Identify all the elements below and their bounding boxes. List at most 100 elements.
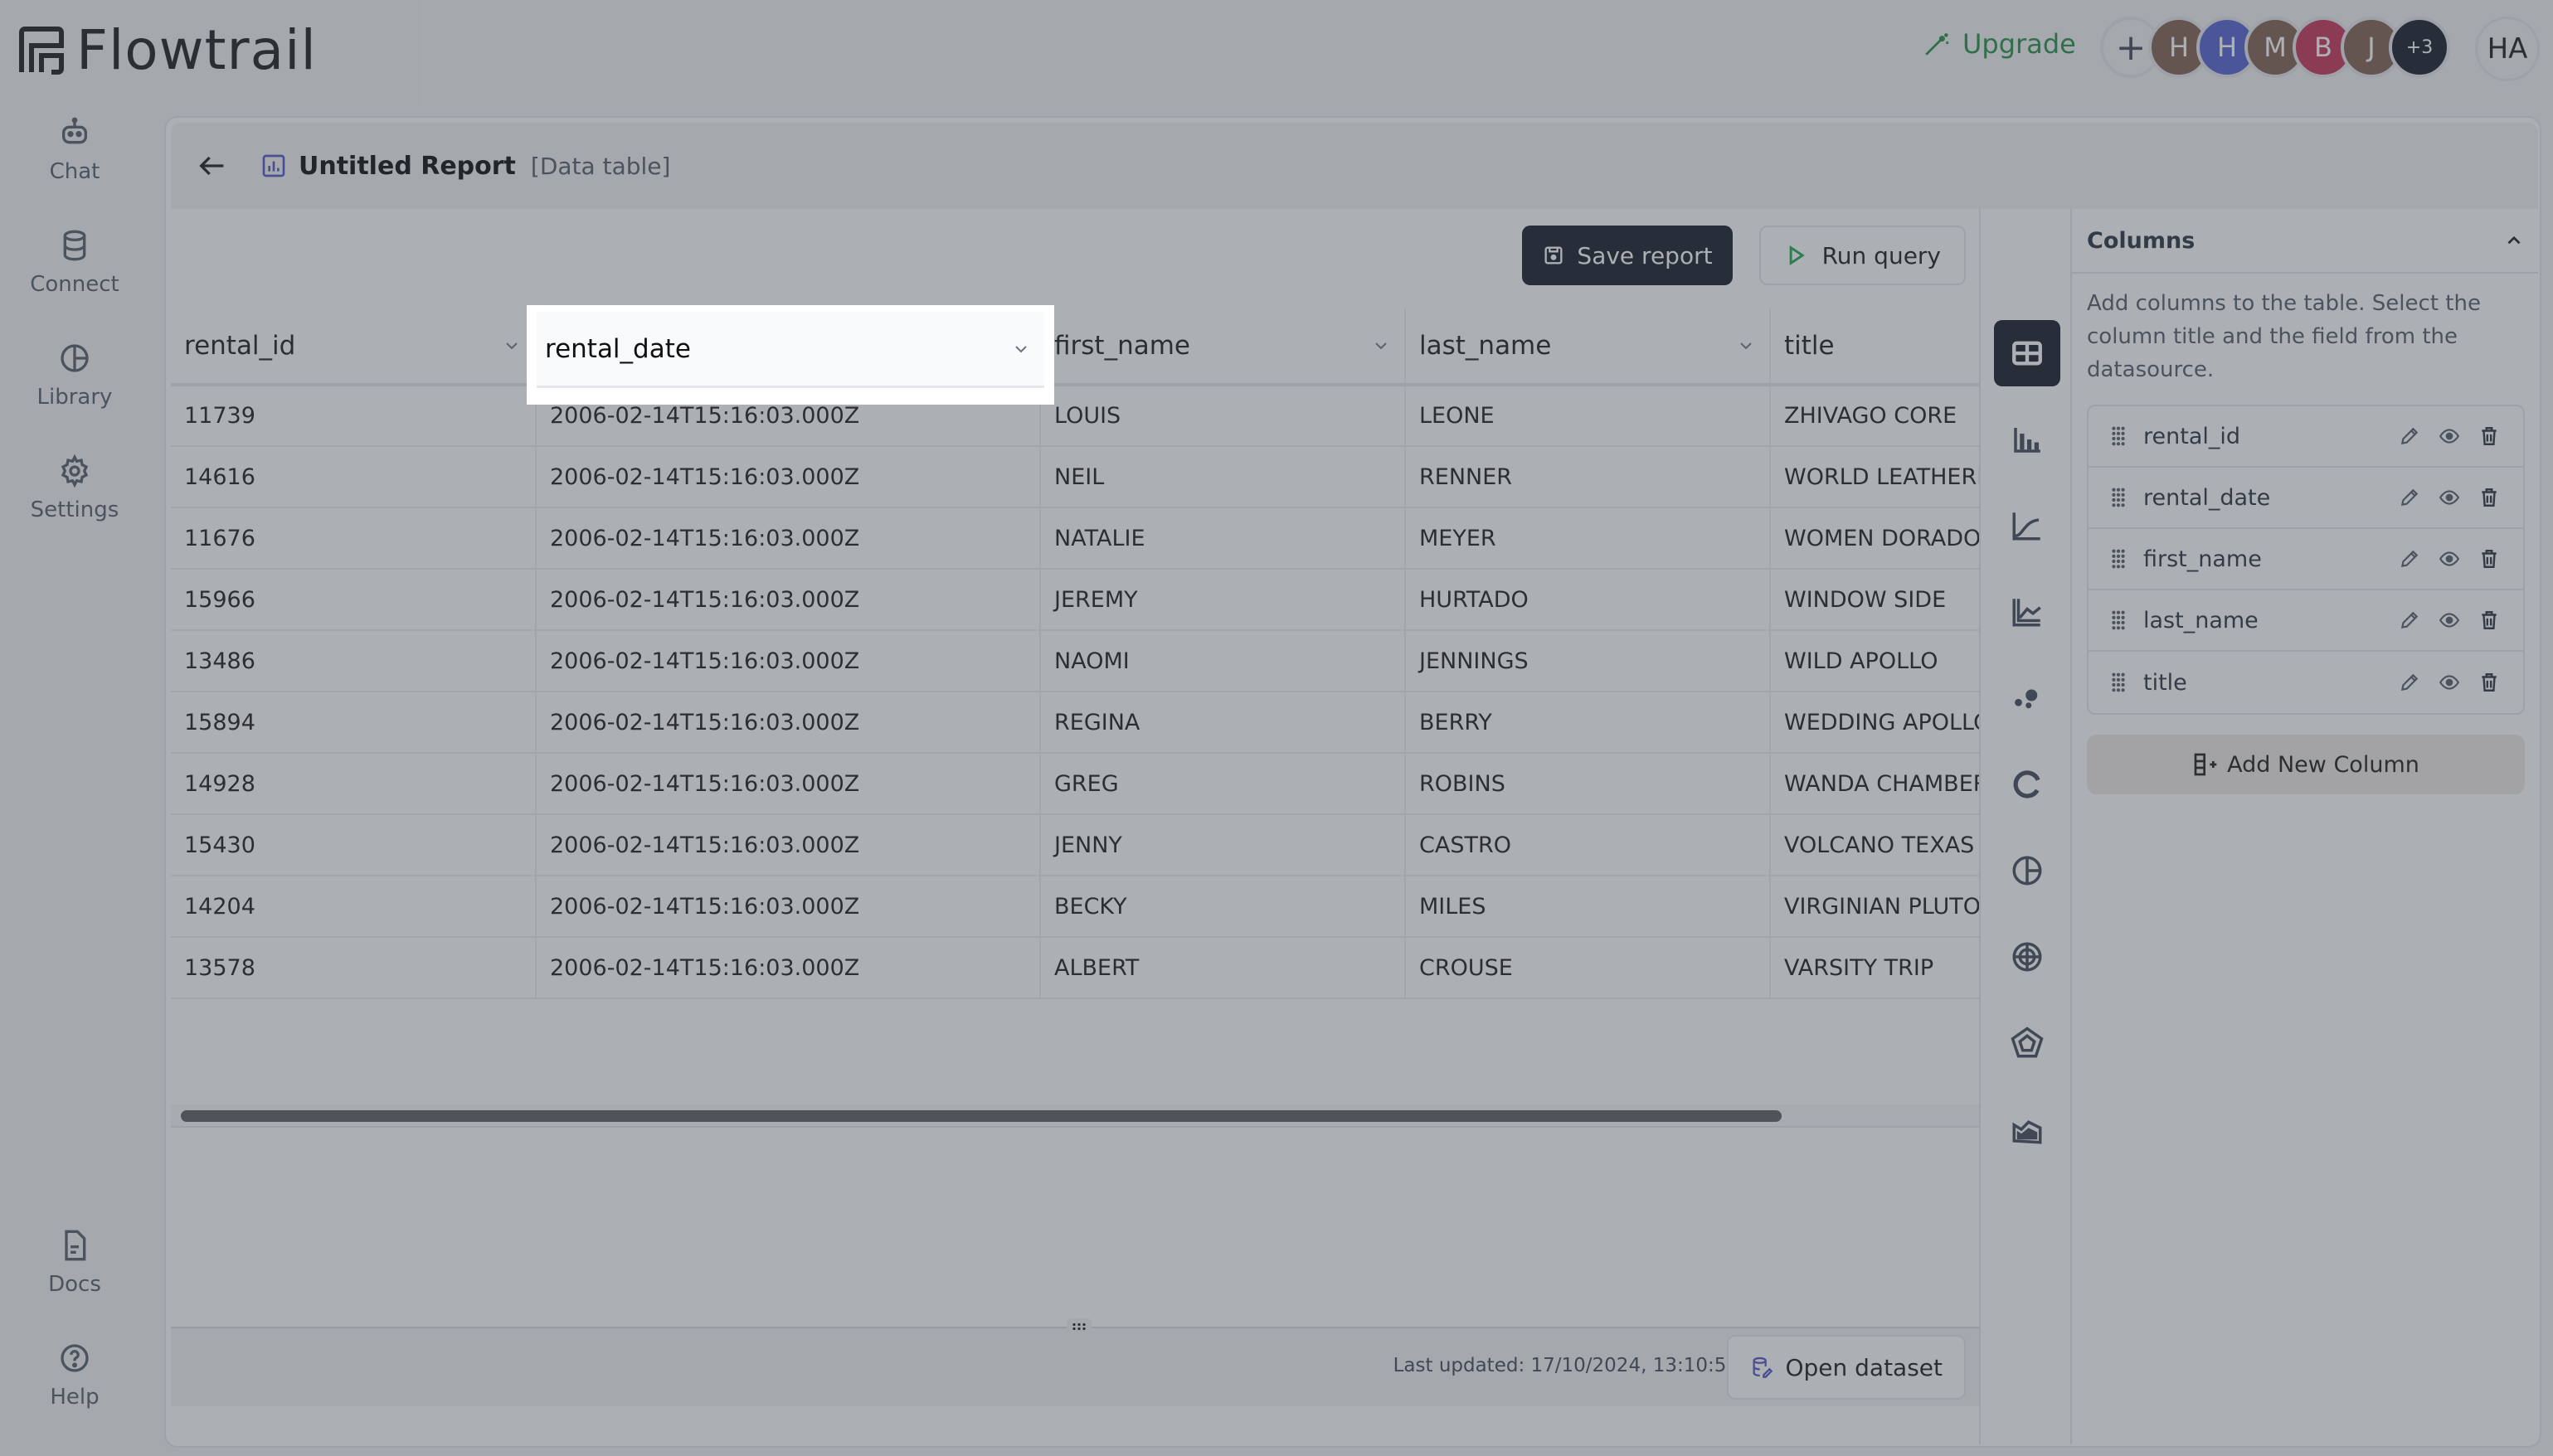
upgrade-button[interactable]: Upgrade <box>1923 28 2076 60</box>
pencil-icon[interactable] <box>2399 487 2420 508</box>
table-cell-last-name[interactable]: HURTADO <box>1405 569 1771 631</box>
table-cell-title[interactable]: WILD APOLLO <box>1770 630 1979 692</box>
nav-item-library[interactable]: Library <box>0 342 149 410</box>
table-cell-rental-id[interactable]: 14616 <box>171 446 537 508</box>
report-title[interactable]: Untitled Report <box>299 152 516 181</box>
table-cell-title[interactable]: ZHIVAGO CORE <box>1770 385 1979 447</box>
table-row[interactable]: 13486 2006-02-14T15:16:03.000Z NAOMI JENNIN… <box>171 630 1979 692</box>
logo[interactable]: Flowtrail <box>18 18 317 82</box>
table-cell-rental-date[interactable]: 2006-02-14T15:16:03.000Z <box>536 876 1041 938</box>
column-list-item[interactable]: last_name <box>2089 590 2523 652</box>
eye-icon[interactable] <box>2439 487 2460 508</box>
chevron-down-icon[interactable] <box>1011 339 1031 359</box>
more-collaborators-badge[interactable]: +3 <box>2389 17 2450 78</box>
trash-icon[interactable] <box>2478 609 2500 631</box>
chevron-down-icon[interactable] <box>502 336 522 356</box>
drag-handle-icon[interactable] <box>2110 672 2127 693</box>
table-cell-title[interactable]: WEDDING APOLLO <box>1770 692 1979 754</box>
table-cell-first-name[interactable]: LOUIS <box>1040 385 1406 447</box>
table-cell-title[interactable]: WOMEN DORADO <box>1770 507 1979 570</box>
table-cell-first-name[interactable]: NATALIE <box>1040 507 1406 570</box>
add-new-column-button[interactable]: Add New Column <box>2087 735 2525 794</box>
table-cell-last-name[interactable]: CASTRO <box>1405 814 1771 876</box>
chevron-down-icon[interactable] <box>1371 336 1391 356</box>
table-row[interactable]: 14616 2006-02-14T15:16:03.000Z NEIL RENNER W… <box>171 446 1979 508</box>
table-row[interactable]: 11739 2006-02-14T15:16:03.000Z LOUIS LEONE Z… <box>171 385 1979 447</box>
table-cell-rental-date[interactable]: 2006-02-14T15:16:03.000Z <box>536 630 1041 692</box>
table-cell-last-name[interactable]: JENNINGS <box>1405 630 1771 692</box>
table-cell-rental-id[interactable]: 14204 <box>171 876 537 938</box>
chevron-down-icon[interactable] <box>1736 336 1756 356</box>
eye-icon[interactable] <box>2439 672 2460 693</box>
table-row[interactable]: 13578 2006-02-14T15:16:03.000Z ALBERT CROUS… <box>171 937 1979 999</box>
pencil-icon[interactable] <box>2399 609 2420 631</box>
nav-item-settings[interactable]: Settings <box>0 454 149 522</box>
viz-type-radial[interactable] <box>1994 924 2060 990</box>
nav-item-chat[interactable]: Chat <box>0 116 149 184</box>
table-cell-last-name[interactable]: BERRY <box>1405 692 1771 754</box>
viz-type-donut[interactable] <box>1994 751 2060 818</box>
table-row[interactable]: 14928 2006-02-14T15:16:03.000Z GREG ROBINS W… <box>171 753 1979 815</box>
chevron-up-icon[interactable] <box>2503 230 2525 251</box>
viz-type-multi-line[interactable] <box>1994 579 2060 645</box>
table-row[interactable]: 15894 2006-02-14T15:16:03.000Z REGINA BERRY… <box>171 692 1979 754</box>
nav-item-docs[interactable]: Docs <box>0 1229 149 1297</box>
viz-type-area[interactable] <box>1994 1096 2060 1162</box>
table-cell-last-name[interactable]: MILES <box>1405 876 1771 938</box>
table-cell-first-name[interactable]: REGINA <box>1040 692 1406 754</box>
viz-type-pie[interactable] <box>1994 837 2060 904</box>
column-header[interactable]: title <box>1770 308 1979 386</box>
back-arrow-icon[interactable] <box>196 149 229 182</box>
table-cell-last-name[interactable]: CROUSE <box>1405 937 1771 999</box>
viz-type-radar[interactable] <box>1994 1010 2060 1076</box>
table-cell-rental-id[interactable]: 11739 <box>171 385 537 447</box>
table-cell-rental-id[interactable]: 11676 <box>171 507 537 570</box>
drag-handle-icon[interactable] <box>2110 609 2127 631</box>
table-cell-rental-id[interactable]: 15430 <box>171 814 537 876</box>
table-cell-title[interactable]: WINDOW SIDE <box>1770 569 1979 631</box>
table-cell-rental-date[interactable]: 2006-02-14T15:16:03.000Z <box>536 507 1041 570</box>
drag-handle-icon[interactable] <box>2110 425 2127 447</box>
table-cell-first-name[interactable]: GREG <box>1040 753 1406 815</box>
pencil-icon[interactable] <box>2399 672 2420 693</box>
column-header[interactable]: rental_id <box>171 308 537 386</box>
viz-type-table[interactable] <box>1994 320 2060 386</box>
viz-type-line[interactable] <box>1994 493 2060 559</box>
table-cell-rental-date[interactable]: 2006-02-14T15:16:03.000Z <box>536 569 1041 631</box>
viz-type-bar[interactable] <box>1994 406 2060 473</box>
table-cell-last-name[interactable]: LEONE <box>1405 385 1771 447</box>
table-cell-rental-id[interactable]: 13486 <box>171 630 537 692</box>
horizontal-scrollbar-thumb[interactable] <box>181 1110 1782 1122</box>
resize-handle[interactable] <box>1067 1318 1092 1335</box>
nav-item-connect[interactable]: Connect <box>0 229 149 297</box>
eye-icon[interactable] <box>2439 425 2460 447</box>
table-cell-rental-date[interactable]: 2006-02-14T15:16:03.000Z <box>536 814 1041 876</box>
column-header[interactable]: last_name <box>1405 308 1771 386</box>
table-cell-last-name[interactable]: ROBINS <box>1405 753 1771 815</box>
table-row[interactable]: 15966 2006-02-14T15:16:03.000Z JEREMY HURTA… <box>171 569 1979 631</box>
table-cell-last-name[interactable]: MEYER <box>1405 507 1771 570</box>
table-cell-rental-id[interactable]: 13578 <box>171 937 537 999</box>
drag-handle-icon[interactable] <box>2110 487 2127 508</box>
table-cell-rental-date[interactable]: 2006-02-14T15:16:03.000Z <box>536 446 1041 508</box>
open-dataset-button[interactable]: Open dataset <box>1727 1335 1966 1400</box>
table-cell-title[interactable]: WANDA CHAMBER <box>1770 753 1979 815</box>
table-row[interactable]: 14204 2006-02-14T15:16:03.000Z BECKY MILES V… <box>171 876 1979 938</box>
pencil-icon[interactable] <box>2399 425 2420 447</box>
pencil-icon[interactable] <box>2399 548 2420 570</box>
column-list-item[interactable]: rental_id <box>2089 406 2523 468</box>
table-cell-first-name[interactable]: JENNY <box>1040 814 1406 876</box>
drag-handle-icon[interactable] <box>2110 548 2127 570</box>
table-cell-title[interactable]: VARSITY TRIP <box>1770 937 1979 999</box>
table-cell-last-name[interactable]: RENNER <box>1405 446 1771 508</box>
column-list-item[interactable]: title <box>2089 652 2523 713</box>
highlighted-column-header[interactable]: rental_date <box>537 312 1044 388</box>
nav-item-help[interactable]: Help <box>0 1342 149 1410</box>
viz-type-scatter[interactable] <box>1994 665 2060 731</box>
table-cell-first-name[interactable]: ALBERT <box>1040 937 1406 999</box>
save-report-button[interactable]: Save report <box>1522 226 1733 285</box>
column-header[interactable]: first_name <box>1040 308 1406 386</box>
table-cell-first-name[interactable]: BECKY <box>1040 876 1406 938</box>
table-cell-title[interactable]: WORLD LEATHERNECKS <box>1770 446 1979 508</box>
run-query-button[interactable]: Run query <box>1758 226 1966 285</box>
